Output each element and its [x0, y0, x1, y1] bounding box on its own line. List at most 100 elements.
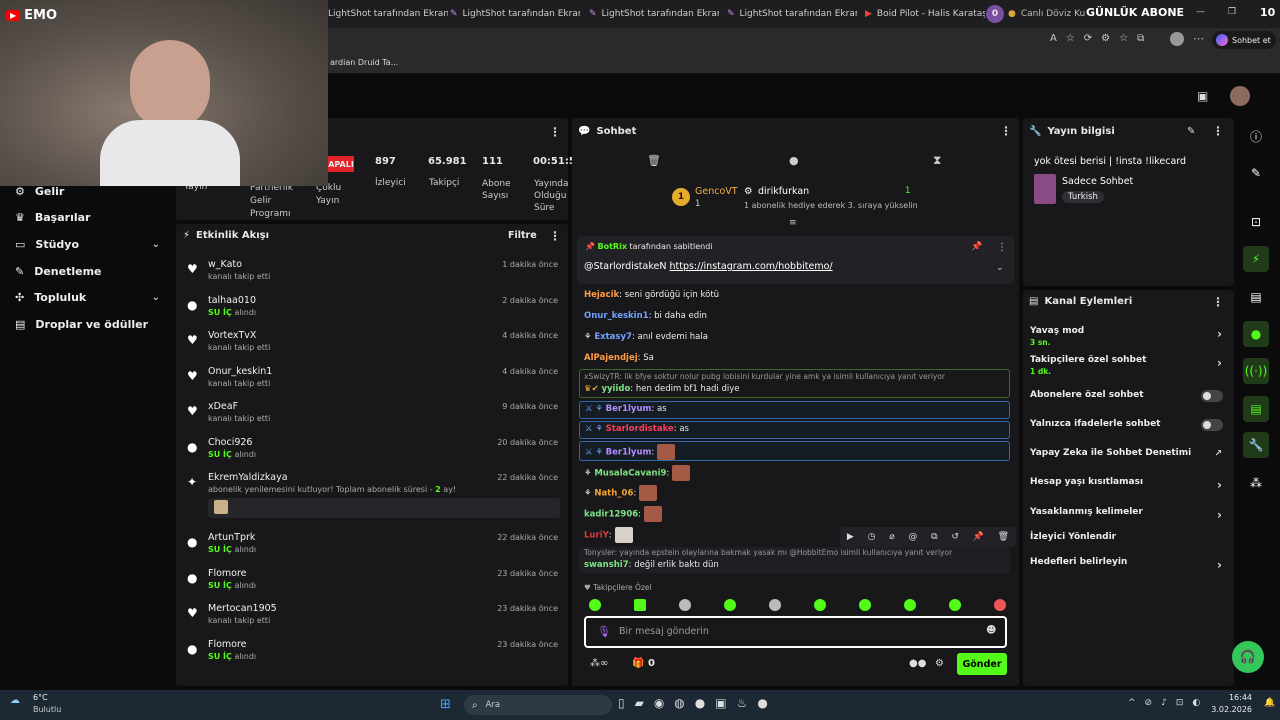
- banned-words-row[interactable]: Yasaklanmış kelimeler ›: [1030, 507, 1226, 522]
- emote-chat-toggle[interactable]: [1201, 419, 1223, 431]
- wrench-icon[interactable]: 🔧: [1243, 432, 1269, 458]
- dashboard-icon[interactable]: ▣: [1197, 89, 1208, 103]
- chat-user[interactable]: Hejacik: [584, 290, 619, 300]
- chat-user[interactable]: LuriY: [584, 531, 609, 541]
- chat-icon[interactable]: ●: [789, 154, 799, 167]
- category-name[interactable]: Sadece Sohbet: [1062, 176, 1133, 187]
- unpin-icon[interactable]: 📌: [971, 242, 982, 252]
- more-icon[interactable]: ⋮: [549, 125, 561, 139]
- emote[interactable]: [904, 599, 916, 611]
- filter-button[interactable]: Filtre: [508, 230, 537, 241]
- trash-icon[interactable]: 🗑: [998, 532, 1009, 542]
- category-thumbnail[interactable]: [1034, 174, 1056, 204]
- sidebar-item-drops[interactable]: ▤ Droplar ve ödüller: [0, 311, 175, 338]
- browser-tab[interactable]: ✎LightShot tarafından Ekran G✕: [589, 4, 719, 24]
- copilot-button[interactable]: Sohbet et: [1212, 31, 1276, 49]
- community-icon[interactable]: ⁂∞: [590, 658, 608, 669]
- gift-icon[interactable]: 🎁: [632, 658, 644, 669]
- bookmark-item[interactable]: ardian Druid Ta...: [330, 58, 398, 67]
- emote[interactable]: [949, 599, 961, 611]
- minimize-icon[interactable]: —: [1196, 7, 1205, 17]
- edit-icon[interactable]: ✎: [1243, 160, 1269, 186]
- ai-moderation-row[interactable]: Yapay Zeka ile Sohbet Denetimi ↗: [1030, 448, 1226, 459]
- chat-user[interactable]: Ber1lyum: [606, 404, 652, 414]
- maximize-icon[interactable]: ❐: [1228, 7, 1236, 17]
- more-icon[interactable]: ⋮: [997, 242, 1007, 253]
- sidebar-item-moderation[interactable]: ✎ Denetleme: [0, 258, 175, 285]
- raid-row[interactable]: İzleyici Yönlendir: [1030, 532, 1226, 542]
- play-icon[interactable]: ▶: [847, 532, 854, 542]
- support-button[interactable]: 🎧: [1232, 641, 1264, 673]
- mention-icon[interactable]: @: [908, 532, 917, 542]
- profile-avatar[interactable]: [1170, 32, 1184, 46]
- emote[interactable]: [859, 599, 871, 611]
- gifter-name[interactable]: GencoVT: [695, 186, 738, 197]
- notification-icon[interactable]: 🔔: [1264, 698, 1275, 708]
- community-icon[interactable]: ⁂: [1243, 470, 1269, 496]
- taskbar-apps[interactable]: ▯▰◉◍●▣♨●: [618, 696, 778, 710]
- browser-toolbar-icons[interactable]: A☆⟳⚙☆⧉: [1050, 33, 1153, 44]
- emote[interactable]: [634, 599, 646, 611]
- more-icon[interactable]: ⋯: [1193, 32, 1204, 45]
- tray-icons[interactable]: ^⊘♪⊡◐: [1128, 698, 1209, 708]
- chevron-down-icon[interactable]: ⌄: [996, 263, 1004, 273]
- chat-settings-icon[interactable]: ●●: [909, 658, 926, 669]
- emote[interactable]: [724, 599, 736, 611]
- chat-user[interactable]: MusalaCavani9: [594, 469, 666, 479]
- clock-time[interactable]: 16:44: [1204, 693, 1252, 702]
- goals-row[interactable]: Hedefleri belirleyin ›: [1030, 557, 1226, 572]
- browser-tab[interactable]: ▶ Boid Pilot - Halis Karataş | 15: [865, 4, 985, 24]
- chat-input[interactable]: 🎙 Bir mesaj gönderin ☻: [584, 616, 1007, 648]
- sidebar-item-studio[interactable]: ▭ Stüdyo ⌄: [0, 231, 175, 258]
- browser-tab[interactable]: ● Canlı Döviz Kurları,: [1008, 4, 1086, 24]
- reply-context[interactable]: xSwizyTR: lik bfye soktur nolur pubg lob…: [584, 372, 1004, 381]
- sidebar-item-community[interactable]: ✣ Topluluk ⌄: [0, 284, 175, 311]
- copy-icon[interactable]: ⧉: [931, 532, 937, 542]
- camera-icon[interactable]: ⊡: [1243, 209, 1269, 235]
- chat-user[interactable]: kadir12906: [584, 510, 638, 520]
- mic-icon[interactable]: 🎙: [597, 625, 611, 638]
- chat-user[interactable]: AlPajendjej: [584, 353, 638, 363]
- browser-tab[interactable]: LightShot tarafından Ekran G✕: [328, 4, 448, 24]
- chat-user[interactable]: yyiido: [601, 384, 630, 394]
- chat-user[interactable]: Ber1lyum: [606, 448, 652, 458]
- gifter-name[interactable]: dirikfurkan: [758, 186, 809, 197]
- more-icon[interactable]: ⋮: [1212, 124, 1224, 138]
- taskbar-search[interactable]: ⌕ Ara: [464, 695, 612, 715]
- pinned-link[interactable]: https://instagram.com/hobbitemo/: [669, 261, 832, 272]
- emote[interactable]: [814, 599, 826, 611]
- info-icon[interactable]: ⓘ: [1243, 123, 1269, 149]
- emote[interactable]: [589, 599, 601, 611]
- chat-user[interactable]: Onur_keskin1: [584, 311, 649, 321]
- reply-context[interactable]: Tonysler: yayında epstein olaylarına bak…: [584, 548, 1004, 557]
- emote[interactable]: [679, 599, 691, 611]
- windows-start-icon[interactable]: ⊞: [440, 697, 451, 712]
- clock-date[interactable]: 3.02.2026: [1200, 705, 1252, 714]
- gear-icon[interactable]: ⚙: [935, 658, 944, 669]
- emoji-icon[interactable]: ☻: [986, 625, 996, 636]
- hourglass-icon[interactable]: ⧗: [933, 153, 941, 168]
- subs-chat-toggle[interactable]: [1201, 390, 1223, 402]
- slash-icon[interactable]: ⌀: [889, 532, 894, 542]
- more-icon[interactable]: ⋮: [549, 229, 561, 243]
- account-age-row[interactable]: Hesap yaşı kısıtlaması ›: [1030, 477, 1226, 492]
- collapse-icon[interactable]: ≡: [789, 218, 797, 228]
- followers-chat-row[interactable]: Takipçilere özel sohbet 1 dk. ›: [1030, 355, 1226, 376]
- chat-user[interactable]: Extasy7: [594, 332, 632, 342]
- avatar[interactable]: [1230, 86, 1250, 106]
- undo-icon[interactable]: ↺: [951, 532, 959, 542]
- document-icon[interactable]: ▤: [1243, 284, 1269, 310]
- url-field[interactable]: [330, 31, 1040, 49]
- actions-icon[interactable]: ▤: [1243, 396, 1269, 422]
- send-button[interactable]: Gönder: [957, 653, 1007, 675]
- chat-user[interactable]: Nath_06: [594, 489, 633, 499]
- sidebar-item-achievements[interactable]: ♛ Başarılar: [0, 205, 175, 232]
- slow-mode-row[interactable]: Yavaş mod 3 sn. ›: [1030, 326, 1226, 347]
- pin-icon[interactable]: 📌: [973, 532, 984, 542]
- chat-user[interactable]: Starlordistake: [606, 424, 674, 434]
- edit-icon[interactable]: ✎: [1187, 126, 1195, 137]
- emote[interactable]: [769, 599, 781, 611]
- broadcast-icon[interactable]: ((·)): [1243, 358, 1269, 384]
- more-icon[interactable]: ⋮: [1212, 295, 1224, 309]
- weather-text[interactable]: Bulutlu: [33, 705, 61, 714]
